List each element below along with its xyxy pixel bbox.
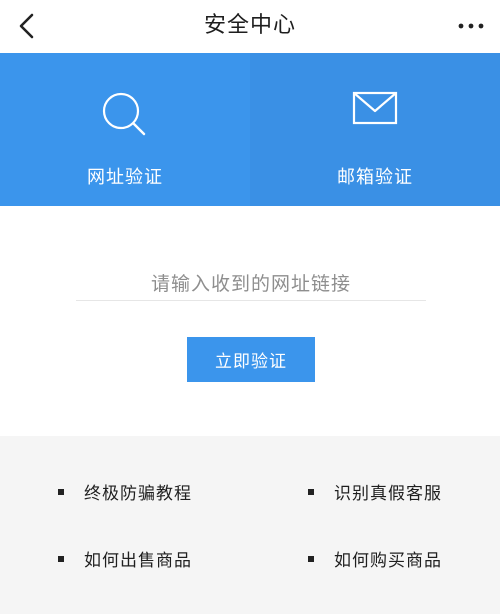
link-label: 如何购买商品 xyxy=(334,551,442,571)
tab-url-verification-label: 网址验证 xyxy=(87,167,163,188)
help-links-section: 终极防骗教程 识别真假客服 如何出售商品 如何购买商品 xyxy=(0,436,500,614)
bullet-icon xyxy=(58,556,64,562)
more-options-button[interactable] xyxy=(456,14,486,38)
page-title: 安全中心 xyxy=(203,13,296,38)
link-how-to-buy[interactable]: 如何购买商品 xyxy=(308,546,442,571)
bullet-icon xyxy=(308,489,314,495)
link-anti-fraud-guide[interactable]: 终极防骗教程 xyxy=(58,479,192,504)
tab-email-verification-label: 邮箱验证 xyxy=(337,167,413,188)
tab-email-verification[interactable]: 邮箱验证 xyxy=(250,53,500,206)
bullet-icon xyxy=(58,489,64,495)
link-how-to-sell[interactable]: 如何出售商品 xyxy=(58,546,192,571)
verification-tabs: 网址验证 邮箱验证 xyxy=(0,53,500,259)
more-dots-icon xyxy=(458,23,484,29)
link-label: 终极防骗教程 xyxy=(84,484,192,504)
top-nav-bar: 安全中心 xyxy=(0,0,500,52)
tab-url-verification[interactable]: 网址验证 xyxy=(0,53,250,206)
link-identify-fake-support[interactable]: 识别真假客服 xyxy=(308,479,442,504)
mail-icon xyxy=(352,91,398,125)
link-label: 如何出售商品 xyxy=(84,551,192,571)
url-input[interactable] xyxy=(76,268,426,301)
verify-now-button[interactable]: 立即验证 xyxy=(187,337,315,382)
active-tab-indicator xyxy=(114,247,138,259)
search-icon xyxy=(102,92,146,136)
link-label: 识别真假客服 xyxy=(334,484,442,504)
bullet-icon xyxy=(308,556,314,562)
